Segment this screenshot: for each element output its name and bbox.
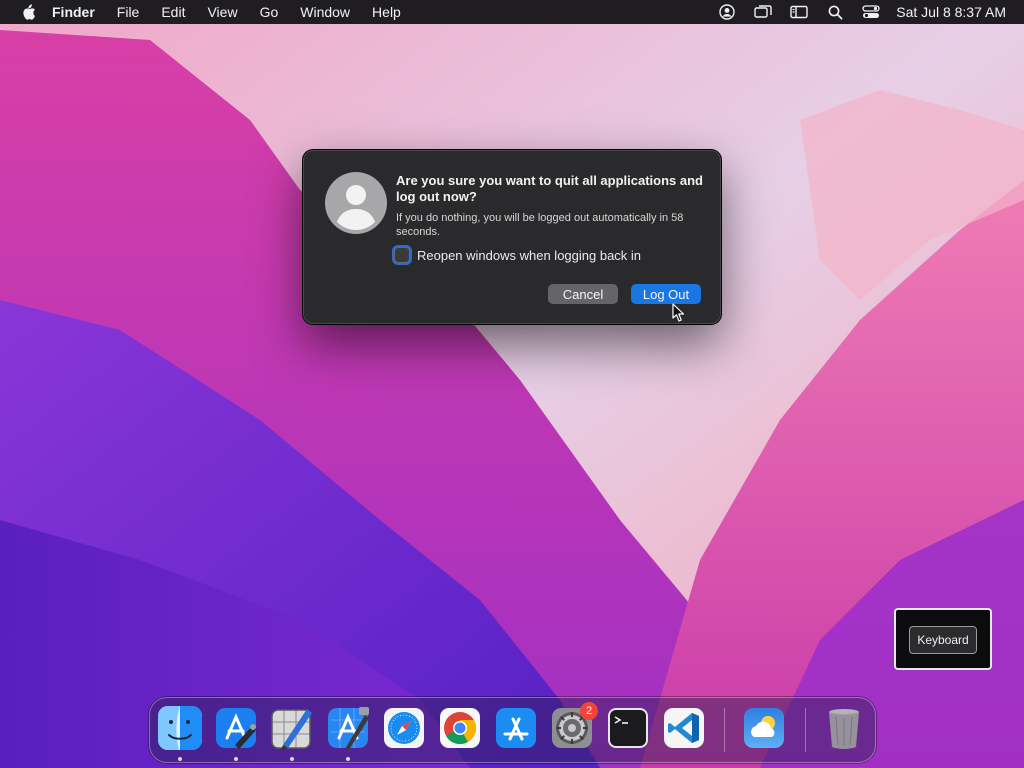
running-indicator xyxy=(346,757,350,761)
trash-icon[interactable] xyxy=(821,705,867,751)
keyboard-viewer-panel: Keyboard xyxy=(894,608,992,670)
menu-window[interactable]: Window xyxy=(300,4,350,20)
menu-edit[interactable]: Edit xyxy=(161,4,185,20)
menu-app-name[interactable]: Finder xyxy=(52,4,95,20)
dock-separator xyxy=(724,708,725,752)
xcode-instruments-icon[interactable] xyxy=(213,705,259,751)
logout-confirmation-dialog: Are you sure you want to quit all applic… xyxy=(303,150,721,324)
log-out-button[interactable]: Log Out xyxy=(631,284,701,304)
menu-go[interactable]: Go xyxy=(260,4,279,20)
apple-menu-icon[interactable] xyxy=(18,2,38,22)
desktop-wallpaper xyxy=(0,0,1024,768)
running-indicator xyxy=(234,757,238,761)
notification-badge: 2 xyxy=(580,702,598,720)
menu-file[interactable]: File xyxy=(117,4,140,20)
menu-view[interactable]: View xyxy=(207,4,237,20)
safari-icon[interactable] xyxy=(381,705,427,751)
menu-bar-clock[interactable]: Sat Jul 8 8:37 AM xyxy=(896,4,1006,20)
cancel-button[interactable]: Cancel xyxy=(548,284,618,304)
user-avatar-icon xyxy=(325,172,387,234)
dock: 2 xyxy=(149,697,876,763)
finder-icon[interactable] xyxy=(157,705,203,751)
mouse-pointer-icon xyxy=(672,303,686,323)
dialog-message: If you do nothing, you will be logged ou… xyxy=(396,212,684,238)
sketch-pencil-icon[interactable] xyxy=(269,705,315,751)
menu-bar: Finder File Edit View Go Window Help Sat… xyxy=(0,0,1024,24)
reopen-windows-checkbox[interactable] xyxy=(394,247,410,263)
control-center-icon[interactable] xyxy=(862,4,880,20)
dock-separator xyxy=(805,708,806,752)
search-icon[interactable] xyxy=(826,4,844,20)
running-indicator xyxy=(178,757,182,761)
reopen-windows-label[interactable]: Reopen windows when logging back in xyxy=(417,248,641,263)
user-icon[interactable] xyxy=(718,4,736,20)
menu-bar-status-area: Sat Jul 8 8:37 AM xyxy=(700,0,1006,24)
running-indicator xyxy=(290,757,294,761)
xcode-icon[interactable] xyxy=(325,705,371,751)
keyboard-button[interactable]: Keyboard xyxy=(909,626,977,654)
weather-icon[interactable] xyxy=(741,705,787,751)
vscode-icon[interactable] xyxy=(661,705,707,751)
sidebar-icon[interactable] xyxy=(790,4,808,20)
screen-mirroring-icon[interactable] xyxy=(754,4,772,20)
menu-help[interactable]: Help xyxy=(372,4,401,20)
reopen-windows-option[interactable]: Reopen windows when logging back in xyxy=(394,247,641,263)
terminal-icon[interactable] xyxy=(605,705,651,751)
chrome-icon[interactable] xyxy=(437,705,483,751)
dialog-title: Are you sure you want to quit all applic… xyxy=(396,173,703,204)
app-store-icon[interactable] xyxy=(493,705,539,751)
